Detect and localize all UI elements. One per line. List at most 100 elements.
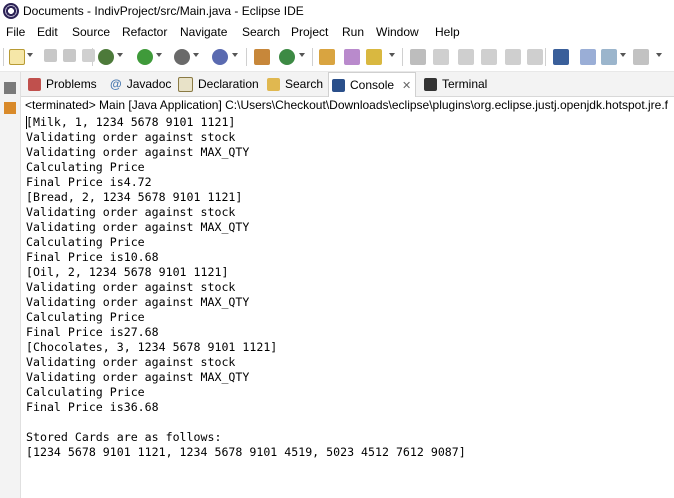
new-icon[interactable]	[9, 49, 25, 65]
toolbar-separator	[92, 48, 93, 66]
tab-search[interactable]: Search	[264, 72, 327, 96]
run-dropdown-icon[interactable]	[156, 53, 162, 57]
menu-run[interactable]: Run	[342, 25, 364, 39]
next-annotation-dropdown-icon[interactable]	[620, 53, 626, 57]
console-line: Calculating Price	[26, 310, 145, 324]
skip-breakpoints-icon[interactable]	[580, 49, 596, 65]
new-java-class-icon[interactable]	[279, 49, 295, 65]
console-line: Stored Cards are as follows:	[26, 430, 222, 444]
tab-label: Javadoc	[126, 77, 172, 91]
console-output[interactable]: [Milk, 1, 1234 5678 9101 1121] Validatin…	[26, 115, 674, 498]
menu-help[interactable]: Help	[435, 25, 460, 39]
toolbar-separator	[312, 48, 313, 66]
menu-search[interactable]: Search	[242, 25, 280, 39]
close-icon[interactable]: ✕	[402, 79, 411, 92]
title-bar: Documents - IndivProject/src/Main.java -…	[0, 0, 674, 23]
console-process-label: <terminated> Main [Java Application] C:\…	[21, 97, 674, 114]
external-tools-icon[interactable]	[212, 49, 228, 65]
new-java-package-icon[interactable]	[254, 49, 270, 65]
console-line: Calculating Price	[26, 385, 145, 399]
console-line: Validating order against stock	[26, 280, 236, 294]
tab-label: Declaration	[198, 77, 259, 91]
tab-terminal[interactable]: Terminal	[421, 72, 491, 96]
show-whitespace-icon[interactable]	[505, 49, 521, 65]
coverage-icon[interactable]	[174, 49, 190, 65]
print-icon[interactable]	[82, 49, 95, 62]
tab-label: Search	[285, 77, 324, 91]
menu-file[interactable]: File	[6, 25, 25, 39]
console-line: [Milk, 1, 1234 5678 9101 1121]	[26, 115, 236, 129]
save-icon[interactable]	[44, 49, 57, 62]
block-selection-icon[interactable]	[458, 49, 474, 65]
search-tool-icon[interactable]	[366, 49, 382, 65]
tab-console[interactable]: Console ✕	[328, 72, 417, 97]
tab-problems[interactable]: Problems	[25, 72, 101, 96]
toggle-breadcrumb-icon[interactable]	[410, 49, 426, 65]
terminal-icon	[424, 77, 437, 91]
toolbar-separator	[545, 48, 546, 66]
console-line: [Bread, 2, 1234 5678 9101 1121]	[26, 190, 243, 204]
coverage-dropdown-icon[interactable]	[193, 53, 199, 57]
package-explorer-icon[interactable]	[4, 102, 16, 114]
menu-window[interactable]: Window	[376, 25, 419, 39]
eclipse-logo-icon	[3, 3, 19, 19]
console-line: Validating order against MAX_QTY	[26, 220, 250, 234]
left-trim-stack	[0, 72, 21, 498]
search-icon	[267, 77, 280, 91]
console-line: Final Price is36.68	[26, 400, 159, 414]
console-line: [1234 5678 9101 1121, 1234 5678 9101 451…	[26, 445, 466, 459]
previous-annotation-icon[interactable]	[633, 49, 649, 65]
tab-declaration[interactable]: Declaration	[175, 72, 263, 96]
console-line: Final Price is4.72	[26, 175, 152, 189]
problems-icon	[28, 77, 41, 91]
console-view-icon[interactable]	[553, 49, 569, 65]
toolbar-separator	[246, 48, 247, 66]
previous-annotation-dropdown-icon[interactable]	[656, 53, 662, 57]
toolbar-grip	[3, 48, 4, 66]
menu-navigate[interactable]: Navigate	[180, 25, 227, 39]
console-line: Validating order against stock	[26, 205, 236, 219]
toolbar-separator	[402, 48, 403, 66]
menu-refactor[interactable]: Refactor	[122, 25, 167, 39]
next-annotation-icon[interactable]	[601, 49, 617, 65]
console-line: Validating order against MAX_QTY	[26, 295, 250, 309]
run-icon[interactable]	[137, 49, 153, 65]
console-line: Final Price is10.68	[26, 250, 159, 264]
console-line: [Chocolates, 3, 1234 5678 9101 1121]	[26, 340, 278, 354]
open-type-icon[interactable]	[319, 49, 335, 65]
debug-dropdown-icon[interactable]	[117, 53, 123, 57]
external-tools-dropdown-icon[interactable]	[232, 53, 238, 57]
tab-label: Problems	[46, 77, 97, 91]
console-line: Validating order against MAX_QTY	[26, 145, 250, 159]
save-all-icon[interactable]	[63, 49, 76, 62]
word-wrap-icon[interactable]	[481, 49, 497, 65]
menu-edit[interactable]: Edit	[37, 25, 58, 39]
declaration-icon	[178, 76, 193, 92]
bottom-panel-tabs: Problems @ Javadoc Declaration Search Co…	[21, 72, 674, 97]
window-title: Documents - IndivProject/src/Main.java -…	[23, 4, 304, 18]
restore-icon[interactable]	[4, 82, 16, 94]
menu-source[interactable]: Source	[72, 25, 110, 39]
console-line: Validating order against stock	[26, 130, 236, 144]
menu-bar: File Edit Source Refactor Navigate Searc…	[0, 23, 674, 42]
tab-label: Terminal	[442, 77, 488, 91]
new-java-class-dropdown-icon[interactable]	[299, 53, 305, 57]
console-line: [Oil, 2, 1234 5678 9101 1121]	[26, 265, 229, 279]
new-dropdown-icon[interactable]	[27, 53, 33, 57]
show-formatting-icon[interactable]	[527, 49, 543, 65]
console-line: Validating order against stock	[26, 355, 236, 369]
console-line: Calculating Price	[26, 160, 145, 174]
javadoc-icon: @	[110, 77, 122, 91]
debug-icon[interactable]	[98, 49, 114, 65]
tab-label: Console	[350, 78, 395, 92]
mark-occurrences-icon[interactable]	[433, 49, 449, 65]
console-line: Final Price is27.68	[26, 325, 159, 339]
console-line: Calculating Price	[26, 235, 145, 249]
open-task-icon[interactable]	[344, 49, 360, 65]
menu-project[interactable]: Project	[291, 25, 328, 39]
search-dropdown-icon[interactable]	[389, 53, 395, 57]
console-header-text: <terminated> Main [Java Application] C:\…	[25, 98, 669, 112]
console-icon	[332, 78, 345, 92]
tab-javadoc[interactable]: @ Javadoc	[107, 72, 175, 96]
main-toolbar	[0, 42, 674, 72]
